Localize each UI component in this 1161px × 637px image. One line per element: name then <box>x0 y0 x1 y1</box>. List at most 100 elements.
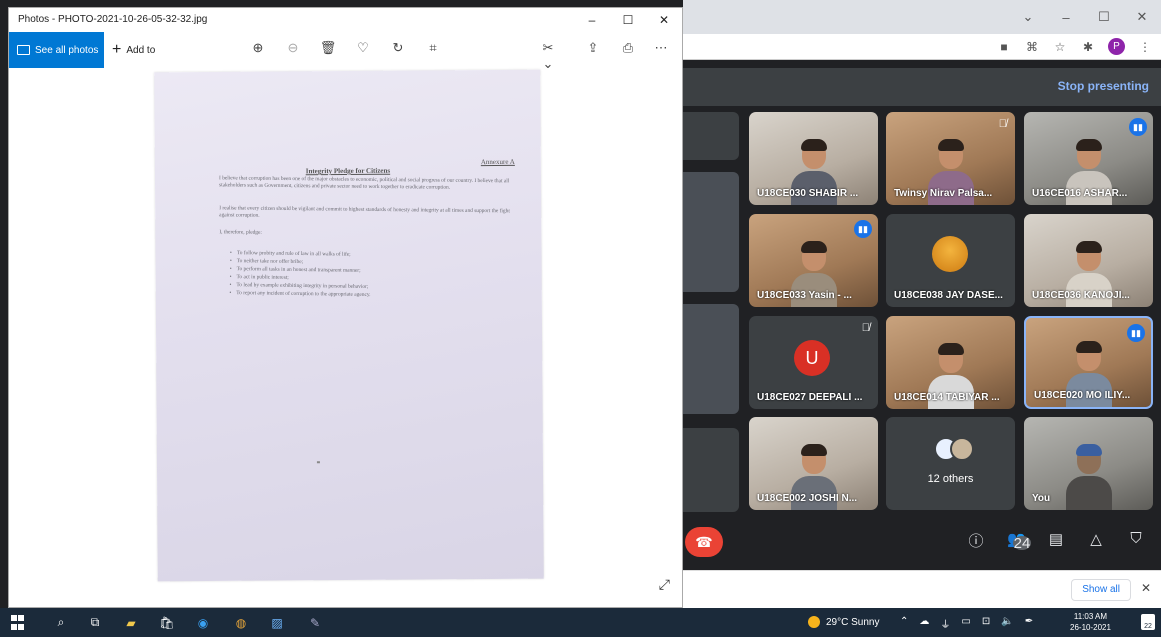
document-photo: Annexure A Integrity Pledge for Citizens… <box>154 69 544 582</box>
close-icon[interactable]: ✕ <box>1141 581 1151 595</box>
profile-photo-avatar <box>932 236 968 272</box>
participant-tile-active-speaker[interactable]: ▮▮ U18CE020 MO ILIY... <box>1024 316 1153 409</box>
chat-icon[interactable]: ▤ <box>1047 530 1065 562</box>
window-controls: – ☐ ✕ <box>574 8 682 32</box>
crop-icon[interactable]: ⌗ <box>424 40 442 56</box>
zoom-in-icon[interactable]: ⊕ <box>249 40 267 56</box>
letter-avatar: U <box>794 340 830 376</box>
delete-icon[interactable]: 🗑 <box>319 40 337 56</box>
people-count-badge: 24 <box>1013 534 1031 552</box>
close-button[interactable]: ✕ <box>646 8 682 32</box>
participant-tile[interactable]: ▮▮ U18CE033 Yasin - ... <box>749 214 878 307</box>
participant-name: Twinsy Nirav Palsa... <box>894 188 993 199</box>
add-to-button[interactable]: + Add to <box>112 32 155 68</box>
pen-icon[interactable]: ✒ <box>1025 616 1033 631</box>
notification-center-icon[interactable]: 22 <box>1141 614 1155 630</box>
chrome-toolbar: ■ ⌘ ☆ ✱ P ⋮ <box>683 34 1161 60</box>
speaking-indicator-icon: ▮▮ <box>854 220 872 238</box>
participant-tile[interactable]: U18CE002 JOSHI N... <box>749 417 878 510</box>
speaking-indicator-icon: ▮▮ <box>1129 118 1147 136</box>
self-tile[interactable]: You <box>1024 417 1153 510</box>
close-icon[interactable]: ✕ <box>1123 0 1161 34</box>
plus-icon: + <box>112 41 122 58</box>
extensions-icon[interactable]: ✱ <box>1080 40 1096 54</box>
paint-icon[interactable]: ✎ <box>306 614 324 631</box>
chrome-toolbar-icons: ■ ⌘ ☆ ✱ P ⋮ <box>996 38 1153 55</box>
document-title: Integrity Pledge for Citizens <box>305 166 391 176</box>
others-count-label: 12 others <box>927 473 974 485</box>
participant-video <box>1065 442 1112 510</box>
profile-avatar[interactable]: P <box>1108 38 1125 55</box>
participant-tile[interactable]: ▮▮ U16CE016 ASHAR... <box>1024 112 1153 205</box>
file-explorer-icon[interactable]: ▰ <box>122 614 140 631</box>
participant-name: U18CE020 MO ILIY... <box>1034 390 1131 401</box>
edge-icon[interactable]: ◉ <box>194 614 212 631</box>
stop-presenting-button[interactable]: Stop presenting <box>1058 79 1149 93</box>
zoom-out-icon[interactable]: ⊖ <box>284 40 302 56</box>
window-title: Photos - PHOTO-2021-10-26-05-32-32.jpg <box>18 14 208 25</box>
see-all-photos-label: See all photos <box>35 44 99 56</box>
weather-text: 29°C Sunny <box>826 616 880 628</box>
weather-widget[interactable]: 29°C Sunny <box>808 616 879 628</box>
presentation-preview-strip <box>683 112 741 512</box>
maximize-icon[interactable]: ☐ <box>1085 0 1123 34</box>
host-controls-icon[interactable]: ⛉ <box>1127 530 1145 562</box>
others-avatars <box>926 437 976 463</box>
minimize-icon[interactable]: – <box>1047 0 1085 34</box>
favorite-icon[interactable]: ♡ <box>354 40 372 56</box>
network-icon[interactable]: ⊡ <box>982 616 990 631</box>
usb-icon[interactable]: ⏚ <box>940 616 950 631</box>
start-windows-icon[interactable] <box>10 614 24 631</box>
print-icon[interactable]: ⎙ <box>619 40 637 56</box>
cloud-icon[interactable]: ☁ <box>919 616 929 631</box>
info-icon[interactable]: ⓘ <box>967 530 985 562</box>
clock-time: 11:03 AM <box>1073 612 1108 621</box>
task-view-icon[interactable]: ⧉ <box>86 614 104 631</box>
photo-viewer[interactable]: Annexure A Integrity Pledge for Citizens… <box>9 68 682 607</box>
chevron-up-icon[interactable]: ⌃ <box>900 616 908 631</box>
sun-icon <box>808 616 820 628</box>
activities-icon[interactable]: △ <box>1087 530 1105 562</box>
avatar <box>950 437 974 461</box>
maximize-button[interactable]: ☐ <box>610 8 646 32</box>
store-icon[interactable]: 🛍 <box>158 614 176 631</box>
participant-name: You <box>1032 493 1051 504</box>
minimize-button[interactable]: – <box>574 8 610 32</box>
star-icon[interactable]: ☆ <box>1052 40 1068 54</box>
translate-icon[interactable]: ⌘ <box>1024 40 1040 54</box>
expand-icon[interactable]: ⤢ <box>659 576 670 593</box>
clock[interactable]: 11:03 AM 26-10-2021 <box>1070 611 1111 633</box>
windows-taskbar: ⌕ ⧉ ▰ 🛍 ◉ ◍ ▨ ✎ 29°C Sunny ⌃ ☁ ⏚ ▭ ⊡ 🔈 ✒… <box>0 608 1161 637</box>
photo-gallery-icon <box>17 45 30 55</box>
people-icon[interactable]: 👥24 <box>1007 530 1031 562</box>
participant-tile[interactable]: 🎙̸ Twinsy Nirav Palsa... <box>886 112 1015 205</box>
photos-icon[interactable]: ▨ <box>268 614 286 631</box>
search-icon[interactable]: ⌕ <box>52 614 70 631</box>
others-tile[interactable]: 12 others <box>886 417 1015 510</box>
participant-name: U18CE014 TABIYAR ... <box>894 392 1000 403</box>
show-all-button[interactable]: Show all <box>1071 579 1131 601</box>
volume-icon[interactable]: 🔈 <box>1001 616 1013 631</box>
camera-icon[interactable]: ■ <box>996 40 1012 54</box>
participant-name: U18CE027 DEEPALI ... <box>757 392 863 403</box>
mic-off-icon: 🎙̸ <box>998 118 1007 130</box>
rotate-icon[interactable]: ↻ <box>389 40 407 56</box>
participant-tile[interactable]: U18CE038 JAY DASE... <box>886 214 1015 307</box>
end-call-button[interactable]: ☎ <box>685 527 723 557</box>
battery-icon[interactable]: ▭ <box>961 616 970 631</box>
chrome-icon[interactable]: ◍ <box>232 614 250 631</box>
see-all-photos-button[interactable]: See all photos <box>9 32 104 68</box>
participant-name: U18CE036 KANOJI... <box>1032 290 1130 301</box>
participant-tile[interactable]: U18CE030 SHABIR ... <box>749 112 878 205</box>
menu-dots-icon[interactable]: ⋮ <box>1137 40 1153 54</box>
chevron-down-icon[interactable]: ⌄ <box>1009 0 1047 34</box>
share-icon[interactable]: ⇪ <box>584 40 602 56</box>
participant-tile[interactable]: U18CE014 TABIYAR ... <box>886 316 1015 409</box>
participant-tile[interactable]: 🎙̸ U U18CE027 DEEPALI ... <box>749 316 878 409</box>
more-icon[interactable]: ⋯ <box>652 40 670 56</box>
preview-tile <box>683 112 739 160</box>
participant-tile[interactable]: U18CE036 KANOJI... <box>1024 214 1153 307</box>
participant-name: U18CE002 JOSHI N... <box>757 493 858 504</box>
meet-window: Stop presenting U18CE030 SHABIR ... 🎙̸ T… <box>683 60 1161 570</box>
add-to-label: Add to <box>126 44 156 56</box>
